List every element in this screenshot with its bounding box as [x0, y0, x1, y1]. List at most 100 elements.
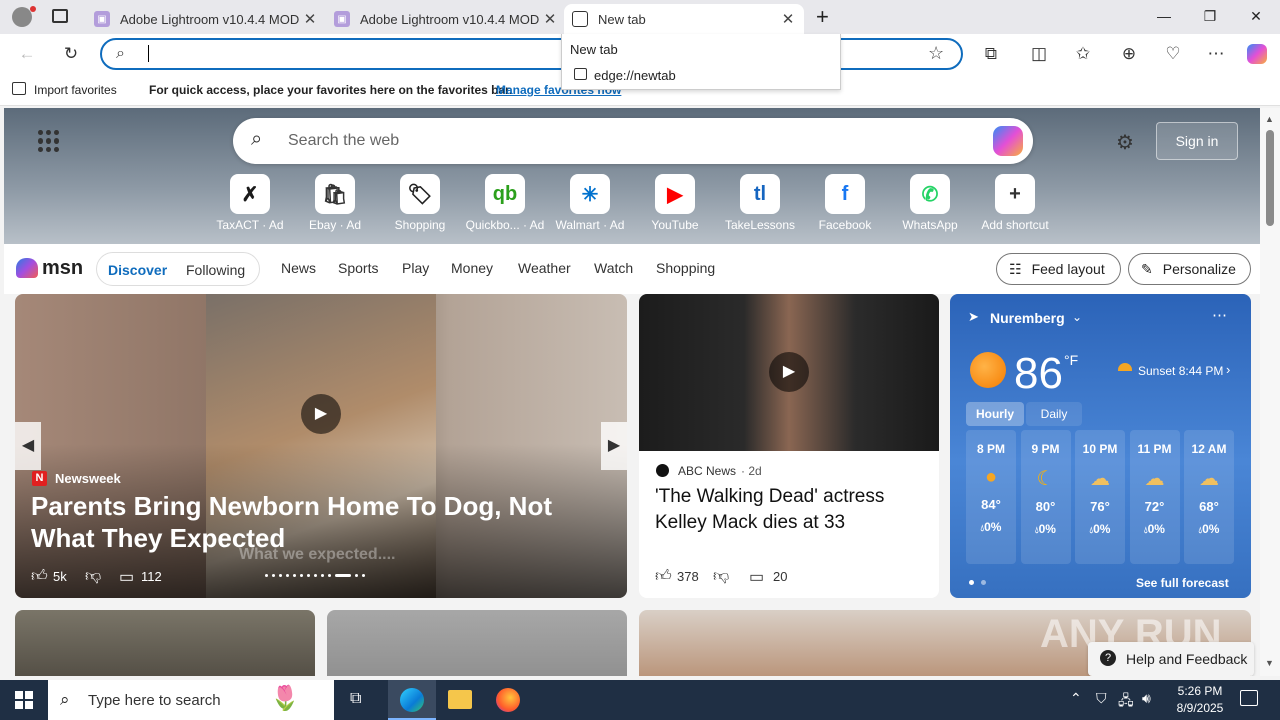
tab-daily[interactable]: Daily: [1026, 402, 1082, 426]
see-full-forecast-link[interactable]: See full forecast: [1136, 576, 1229, 590]
hero-news-card[interactable]: ▶ ◀ ▶ N Newsweek Parents Bring Newborn H…: [15, 294, 627, 598]
tab-new-tab[interactable]: New tab ✕: [564, 4, 804, 34]
nav-play[interactable]: Play: [402, 260, 429, 276]
taskbar-search-box[interactable]: ⌕ Type here to search 🌷: [48, 680, 334, 720]
nav-money[interactable]: Money: [451, 260, 493, 276]
taskbar-edge-button[interactable]: [388, 680, 436, 720]
copilot-icon[interactable]: [993, 126, 1023, 156]
news-card-chimps[interactable]: [15, 610, 315, 676]
favorite-star-icon[interactable]: ☆: [928, 43, 944, 64]
network-icon[interactable]: 🖧︎: [1118, 690, 1134, 714]
hour-column[interactable]: 8 PM ● 84° 💧︎0%: [966, 430, 1016, 564]
notifications-icon[interactable]: [1240, 690, 1258, 706]
hour-column[interactable]: 12 AM ☁ 68° 💧︎0%: [1184, 430, 1234, 564]
web-search-box[interactable]: ⌕ Search the web: [233, 118, 1033, 164]
volume-icon[interactable]: 🔊︎: [1142, 690, 1151, 707]
collections-icon[interactable]: ⊕: [1118, 44, 1140, 64]
shortcut-tile[interactable]: ✆ WhatsApp: [888, 174, 972, 232]
apps-launcher-icon[interactable]: [38, 130, 60, 152]
new-tab-button[interactable]: +: [816, 4, 829, 30]
suggestion-item[interactable]: edge://newtab: [594, 68, 676, 83]
more-options-icon[interactable]: ⋯: [1212, 306, 1227, 324]
nav-watch[interactable]: Watch: [594, 260, 633, 276]
nav-news[interactable]: News: [281, 260, 316, 276]
hour-column[interactable]: 10 PM ☁ 76° 💧︎0%: [1075, 430, 1125, 564]
msn-logo[interactable]: msn: [42, 257, 83, 280]
clock-date[interactable]: 8/9/2025: [1172, 701, 1228, 715]
device-icon[interactable]: ⛉: [1096, 690, 1107, 707]
shortcut-tile[interactable]: 🛍 Ebay · Ad: [293, 174, 377, 232]
shortcut-tile[interactable]: ▶ YouTube: [633, 174, 717, 232]
tab-lightroom-1[interactable]: ▣ Adobe Lightroom v10.4.4 MOD A ✕: [86, 4, 326, 34]
refresh-icon[interactable]: ↻: [60, 44, 82, 64]
scrollbar-thumb[interactable]: [1266, 130, 1274, 226]
shortcut-tile[interactable]: ✳ Walmart · Ad: [548, 174, 632, 232]
play-icon[interactable]: ▶: [769, 352, 809, 392]
page-dot[interactable]: [981, 580, 986, 585]
nav-sports[interactable]: Sports: [338, 260, 378, 276]
browser-essentials-icon[interactable]: ♡: [1162, 44, 1184, 64]
restore-button[interactable]: ❐: [1200, 8, 1220, 25]
hour-column[interactable]: 9 PM ☾ 80° 💧︎0%: [1020, 430, 1071, 564]
page-dot-active[interactable]: [969, 580, 974, 585]
windows-start-icon[interactable]: [15, 691, 33, 709]
sign-in-button[interactable]: Sign in: [1156, 122, 1238, 160]
shortcut-tile[interactable]: qb Quickbo... · Ad: [463, 174, 547, 232]
shortcut-tile[interactable]: f Facebook: [803, 174, 887, 232]
file-explorer-icon[interactable]: [448, 690, 472, 709]
news-card-footprints[interactable]: [327, 610, 627, 676]
import-favorites-button[interactable]: Import favorites: [34, 83, 117, 97]
profile-avatar[interactable]: [12, 7, 32, 27]
settings-gear-icon[interactable]: ⚙: [1116, 130, 1134, 155]
carousel-prev-button[interactable]: ◀: [15, 422, 41, 470]
copilot-icon[interactable]: [1247, 44, 1267, 64]
dislike-icon[interactable]: 👎︎: [713, 567, 729, 586]
tab-close-button[interactable]: ✕: [302, 10, 318, 28]
chevron-right-icon[interactable]: ›: [1226, 362, 1230, 377]
close-window-button[interactable]: ✕: [1246, 8, 1266, 25]
nav-weather[interactable]: Weather: [518, 260, 571, 276]
msn-logo-icon[interactable]: [16, 258, 38, 278]
clock-time[interactable]: 5:26 PM: [1172, 684, 1228, 698]
page-scrollbar[interactable]: ▲ ▼: [1260, 108, 1280, 676]
tab-lightroom-2[interactable]: ▣ Adobe Lightroom v10.4.4 MOD A ✕: [326, 4, 566, 34]
chevron-up-icon[interactable]: ⌃: [1070, 690, 1082, 707]
minimize-button[interactable]: —: [1154, 8, 1174, 24]
scroll-down-icon[interactable]: ▼: [1265, 658, 1274, 668]
like-icon[interactable]: 👍︎: [31, 567, 48, 586]
more-menu-icon[interactable]: ⋯: [1205, 44, 1227, 64]
news-card[interactable]: ▶ ABC News · 2d 'The Walking Dead' actre…: [639, 294, 939, 598]
chevron-down-icon[interactable]: ⌄: [1072, 310, 1082, 324]
tab-close-button[interactable]: ✕: [780, 10, 796, 28]
shortcut-tile[interactable]: ✗ TaxACT · Ad: [208, 174, 292, 232]
personalize-button[interactable]: ✎ Personalize: [1128, 253, 1251, 285]
help-feedback-button[interactable]: ? Help and Feedback: [1088, 642, 1254, 676]
shortcut-tile[interactable]: 🏷 Shopping: [378, 174, 462, 232]
dislike-icon[interactable]: 👎︎: [85, 567, 101, 586]
hero-headline[interactable]: Parents Bring Newborn Home To Dog, Not W…: [31, 490, 611, 554]
tab-close-button[interactable]: ✕: [542, 10, 558, 28]
carousel-next-button[interactable]: ▶: [601, 422, 627, 470]
tab-hourly[interactable]: Hourly: [966, 402, 1024, 426]
split-screen-icon[interactable]: ◫: [1028, 44, 1050, 64]
nav-shopping[interactable]: Shopping: [656, 260, 715, 276]
tab-actions-icon[interactable]: [52, 9, 68, 23]
weather-card[interactable]: ➤ Nuremberg ⌄ ⋯ 86 °F Sunset 8:44 PM › H…: [950, 294, 1251, 598]
scroll-up-icon[interactable]: ▲: [1265, 114, 1274, 124]
comment-icon[interactable]: ▭: [749, 567, 764, 587]
shortcut-tile[interactable]: + Add shortcut: [973, 174, 1057, 232]
tab-discover[interactable]: Discover: [108, 262, 167, 278]
extensions-icon[interactable]: ⧉: [980, 44, 1002, 64]
firefox-icon[interactable]: [496, 688, 520, 712]
comment-icon[interactable]: ▭: [119, 567, 134, 587]
shortcut-tile[interactable]: tl TakeLessons: [718, 174, 802, 232]
weather-location[interactable]: Nuremberg: [990, 310, 1065, 326]
play-icon[interactable]: ▶: [301, 394, 341, 434]
task-view-icon[interactable]: ⧉: [350, 690, 361, 708]
tab-following[interactable]: Following: [186, 262, 245, 278]
news-headline[interactable]: 'The Walking Dead' actress Kelley Mack d…: [655, 484, 925, 536]
back-icon[interactable]: ←: [16, 44, 38, 64]
hour-column[interactable]: 11 PM ☁ 72° 💧︎0%: [1129, 430, 1180, 564]
favorites-icon[interactable]: ✩: [1072, 44, 1094, 64]
feed-layout-button[interactable]: ☷ Feed layout: [996, 253, 1121, 285]
